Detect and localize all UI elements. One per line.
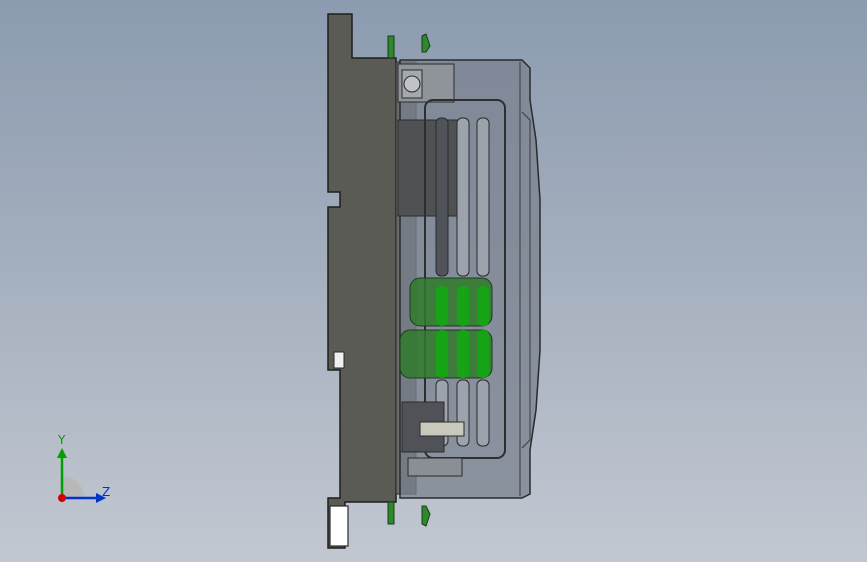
mounting-bracket[interactable]: [327, 13, 397, 549]
y-axis-label: Y: [57, 433, 66, 447]
internal-component: [397, 119, 465, 217]
x-axis-point: [58, 494, 66, 502]
bottom-clip[interactable]: [387, 501, 431, 527]
capacitor-upper[interactable]: [409, 277, 493, 327]
capacitor-lower[interactable]: [399, 329, 493, 379]
orientation-triad[interactable]: Y Z: [40, 430, 130, 520]
z-axis-label: Z: [102, 485, 110, 499]
top-clip[interactable]: [387, 33, 431, 59]
cad-viewport[interactable]: Y Z: [0, 0, 867, 562]
y-axis-arrow: [57, 448, 67, 458]
model-view[interactable]: [0, 0, 867, 562]
top-connector[interactable]: [397, 63, 455, 103]
triad-quadrant: [62, 476, 84, 498]
